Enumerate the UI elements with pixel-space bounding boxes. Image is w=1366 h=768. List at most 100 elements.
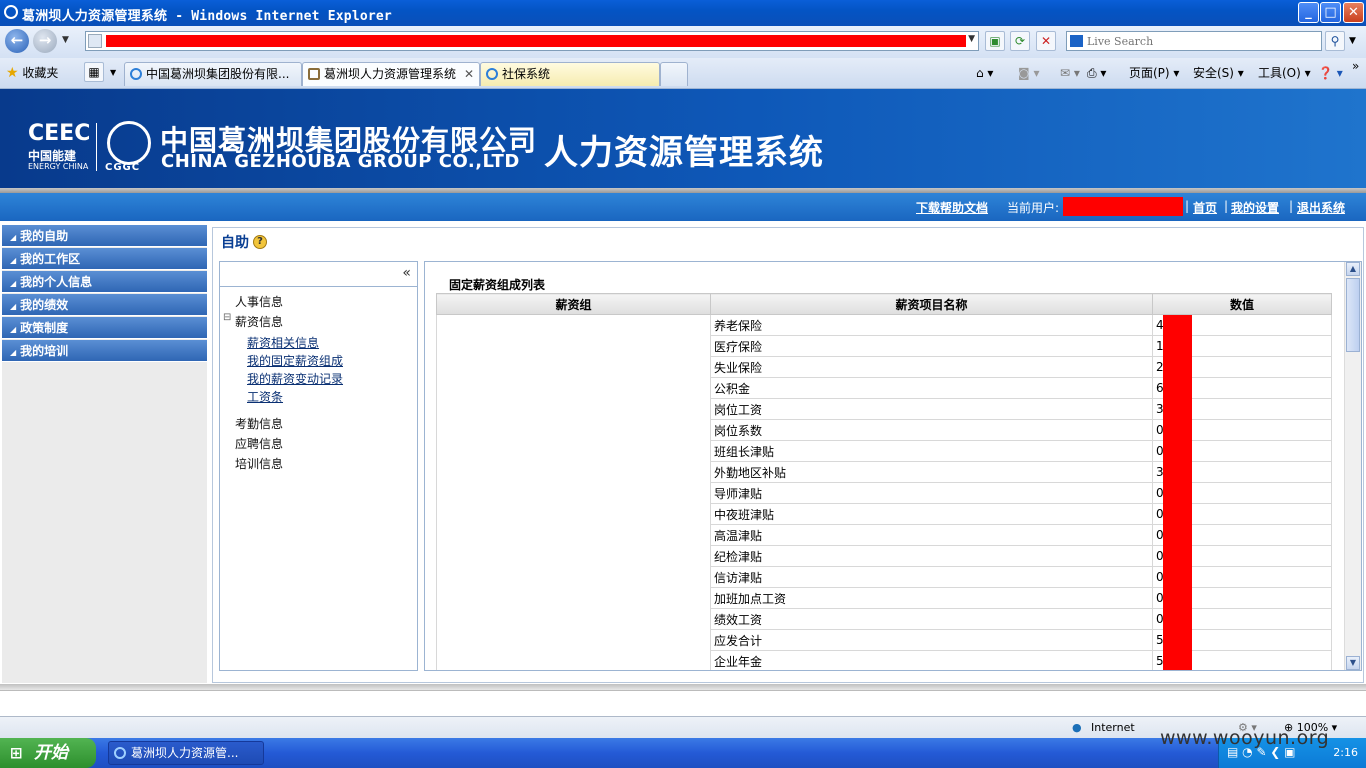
menu-label: 我的自助 — [20, 229, 69, 243]
menu-personal-info[interactable]: ◢ 我的个人信息 — [2, 271, 207, 293]
forward-button[interactable]: → — [33, 29, 57, 53]
main-panel: 自助 ? « 人事信息 ⊟ 薪资信息 薪资相关信息 我的固定薪资组成 我的薪资变… — [212, 227, 1364, 683]
logout-link[interactable]: 退出系统 — [1297, 201, 1345, 215]
link-payslip[interactable]: 工资条 — [247, 388, 283, 405]
taskbar-ie-window[interactable]: 葛洲坝人力资源管... — [108, 741, 264, 765]
print-icon[interactable]: ⎙ ▾ — [1087, 65, 1106, 81]
tree-personnel[interactable]: 人事信息 — [235, 293, 283, 310]
favorites-label: 收藏夹 — [22, 66, 59, 80]
address-field[interactable]: ▼ — [85, 31, 979, 51]
ceec-logo: CEEC — [28, 121, 91, 146]
tree-training[interactable]: 培训信息 — [235, 455, 283, 472]
menu-self-service[interactable]: ◢ 我的自助 — [2, 225, 207, 247]
favorites-button[interactable]: ★ 收藏夹 — [6, 65, 58, 81]
safety-menu[interactable]: 安全(S) ▾ — [1193, 65, 1244, 81]
nav-tree: « 人事信息 ⊟ 薪资信息 薪资相关信息 我的固定薪资组成 我的薪资变动记录 工… — [219, 261, 418, 671]
scroll-down-icon[interactable]: ▼ — [1346, 656, 1360, 670]
search-icon[interactable]: ⚲ — [1325, 31, 1345, 51]
tab-label: 中国葛洲坝集团股份有限... — [146, 67, 290, 81]
home-link[interactable]: 首页 — [1193, 201, 1217, 215]
content-pane: 固定薪资组成列表 薪资组 薪资项目名称 数值 养老保险 4 医疗保险 1 失业保险 2 公积… — [424, 261, 1362, 671]
search-box[interactable] — [1066, 31, 1322, 51]
tab-list-icon[interactable]: ▼ — [110, 68, 116, 77]
address-dropdown-icon[interactable]: ▼ — [968, 34, 975, 44]
feeds-icon[interactable]: ◙ ▾ — [1018, 65, 1039, 81]
page-title: 自助 — [221, 235, 249, 251]
tab-social-security[interactable]: 社保系统 — [480, 62, 660, 86]
ie-tab-icon — [486, 68, 498, 80]
item-name-cell: 养老保险 — [710, 314, 1153, 336]
header-value[interactable]: 数值 — [1152, 293, 1332, 315]
home-icon[interactable]: ⌂ ▾ — [976, 65, 993, 81]
link-fixed-salary[interactable]: 我的固定薪资组成 — [247, 352, 343, 369]
ie-icon — [4, 5, 18, 19]
collapse-icon[interactable]: « — [402, 265, 411, 281]
tab-hr-system[interactable]: 葛洲坝人力资源管理系统 ✕ — [302, 62, 480, 86]
maximize-button[interactable]: □ — [1320, 2, 1341, 23]
triangle-icon: ◢ — [10, 233, 17, 242]
salary-group-cell — [436, 314, 711, 670]
user-bar: 下载帮助文档 当前用户: | 首页 | 我的设置 | 退出系统 — [0, 193, 1366, 221]
item-name-cell: 信访津贴 — [710, 566, 1153, 588]
page-footer-area — [0, 690, 1366, 716]
help-icon[interactable]: ❓ ▾ — [1318, 65, 1343, 81]
header-salary-group[interactable]: 薪资组 — [436, 293, 711, 315]
tree-attendance[interactable]: 考勤信息 — [235, 415, 283, 432]
stop-icon[interactable]: ✕ — [1036, 31, 1056, 51]
tab-toolbar: ★ 收藏夹 ▦ ▼ 中国葛洲坝集团股份有限... 葛洲坝人力资源管理系统 ✕ 社… — [0, 58, 1366, 89]
compatibility-icon[interactable]: ▣ — [985, 31, 1005, 51]
search-options-icon[interactable]: ▼ — [1349, 36, 1356, 46]
tools-menu[interactable]: 工具(O) ▾ — [1258, 65, 1311, 81]
item-name-cell: 医疗保险 — [710, 335, 1153, 357]
back-button[interactable]: ← — [5, 29, 29, 53]
menu-performance[interactable]: ◢ 我的绩效 — [2, 294, 207, 316]
clock[interactable]: 2:16 — [1333, 746, 1358, 759]
scroll-thumb[interactable] — [1346, 278, 1360, 352]
link-salary-changes[interactable]: 我的薪资变动记录 — [247, 370, 343, 387]
history-dropdown-icon[interactable]: ▼ — [62, 35, 69, 45]
vertical-scrollbar[interactable]: ▲ ▼ — [1344, 262, 1361, 670]
search-input[interactable] — [1087, 33, 1317, 49]
my-settings-link[interactable]: 我的设置 — [1231, 201, 1279, 215]
refresh-icon[interactable]: ⟳ — [1010, 31, 1030, 51]
tab-gezhouba-group[interactable]: 中国葛洲坝集团股份有限... — [124, 62, 302, 86]
close-button[interactable]: ✕ — [1343, 2, 1364, 23]
close-tab-icon[interactable]: ✕ — [464, 63, 474, 85]
current-user-label: 当前用户: — [1007, 201, 1060, 215]
window-titlebar: 葛洲坝人力资源管理系统 - Windows Internet Explorer … — [0, 0, 1366, 26]
header-item-name[interactable]: 薪资项目名称 — [710, 293, 1153, 315]
download-help-link[interactable]: 下载帮助文档 — [916, 201, 988, 215]
page-menu-label: 页面(P) — [1129, 66, 1170, 80]
tree-recruit[interactable]: 应聘信息 — [235, 435, 283, 452]
site-banner: CEEC 中国能建 ENERGY CHINA CGGC 中国葛洲坝集团股份有限公… — [0, 89, 1366, 188]
globe-icon: ● — [1072, 721, 1082, 734]
page-menu[interactable]: 页面(P) ▾ — [1129, 65, 1179, 81]
table-title: 固定薪资组成列表 — [449, 278, 546, 292]
item-name-cell: 高温津贴 — [710, 524, 1153, 546]
ie-tab-icon — [130, 68, 142, 80]
start-button[interactable]: ⊞ 开始 — [0, 738, 96, 768]
menu-workspace[interactable]: ◢ 我的工作区 — [2, 248, 207, 270]
live-search-logo — [1070, 35, 1083, 47]
menu-training[interactable]: ◢ 我的培训 — [2, 340, 207, 362]
link-salary-related[interactable]: 薪资相关信息 — [247, 334, 319, 351]
item-name-cell: 绩效工资 — [710, 608, 1153, 630]
salary-table: 薪资组 薪资项目名称 数值 养老保险 4 医疗保险 1 失业保险 2 公积金 6 岗位工资 3 岗位… — [436, 293, 1332, 670]
redacted-url — [106, 35, 966, 47]
company-name-en: CHINA GEZHOUBA GROUP CO.,LTD — [161, 151, 520, 172]
scroll-up-icon[interactable]: ▲ — [1346, 262, 1360, 276]
address-toolbar: ← → ▼ ▼ ▣ ⟳ ✕ ⚲ ▼ — [0, 26, 1366, 58]
toolbar-overflow-icon[interactable]: » — [1352, 58, 1359, 74]
triangle-icon: ◢ — [10, 302, 17, 311]
mail-icon[interactable]: ✉ ▾ — [1060, 65, 1080, 81]
item-name-cell: 纪检津贴 — [710, 545, 1153, 567]
minimize-button[interactable]: _ — [1298, 2, 1319, 23]
item-name-cell: 中夜班津贴 — [710, 503, 1153, 525]
tree-expand-icon[interactable]: ⊟ — [223, 312, 231, 323]
menu-policy[interactable]: ◢ 政策制度 — [2, 317, 207, 339]
page-icon — [88, 34, 102, 48]
quick-tabs-icon[interactable]: ▦ — [84, 62, 104, 82]
help-question-icon[interactable]: ? — [253, 235, 267, 249]
new-tab-button[interactable] — [660, 62, 688, 86]
tree-salary[interactable]: 薪资信息 — [235, 313, 283, 330]
